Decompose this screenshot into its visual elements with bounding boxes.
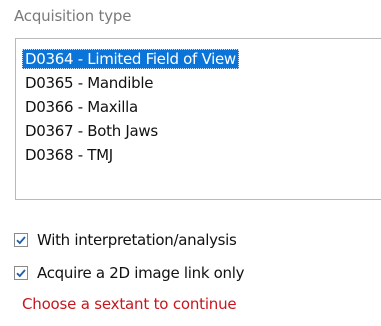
acquisition-type-label: Acquisition type — [14, 7, 132, 25]
list-item-d0368[interactable]: D0368 - TMJ — [22, 145, 116, 165]
checkmark-icon — [16, 236, 26, 245]
image-link-checkbox[interactable] — [14, 266, 28, 280]
interpretation-checkbox[interactable] — [14, 233, 28, 247]
list-item-d0364[interactable]: D0364 - Limited Field of View — [22, 49, 239, 69]
list-item-d0365[interactable]: D0365 - Mandible — [22, 73, 156, 93]
image-link-label: Acquire a 2D image link only — [37, 264, 245, 282]
list-item-d0366[interactable]: D0366 - Maxilla — [22, 97, 141, 117]
acquisition-type-listbox[interactable]: D0364 - Limited Field of View D0365 - Ma… — [15, 38, 381, 200]
interpretation-label: With interpretation/analysis — [37, 231, 237, 249]
list-item-d0367[interactable]: D0367 - Both Jaws — [22, 121, 161, 141]
image-link-option[interactable]: Acquire a 2D image link only — [14, 262, 245, 284]
checkmark-icon — [16, 269, 26, 278]
interpretation-option[interactable]: With interpretation/analysis — [14, 229, 237, 251]
sextant-warning: Choose a sextant to continue — [22, 295, 237, 313]
